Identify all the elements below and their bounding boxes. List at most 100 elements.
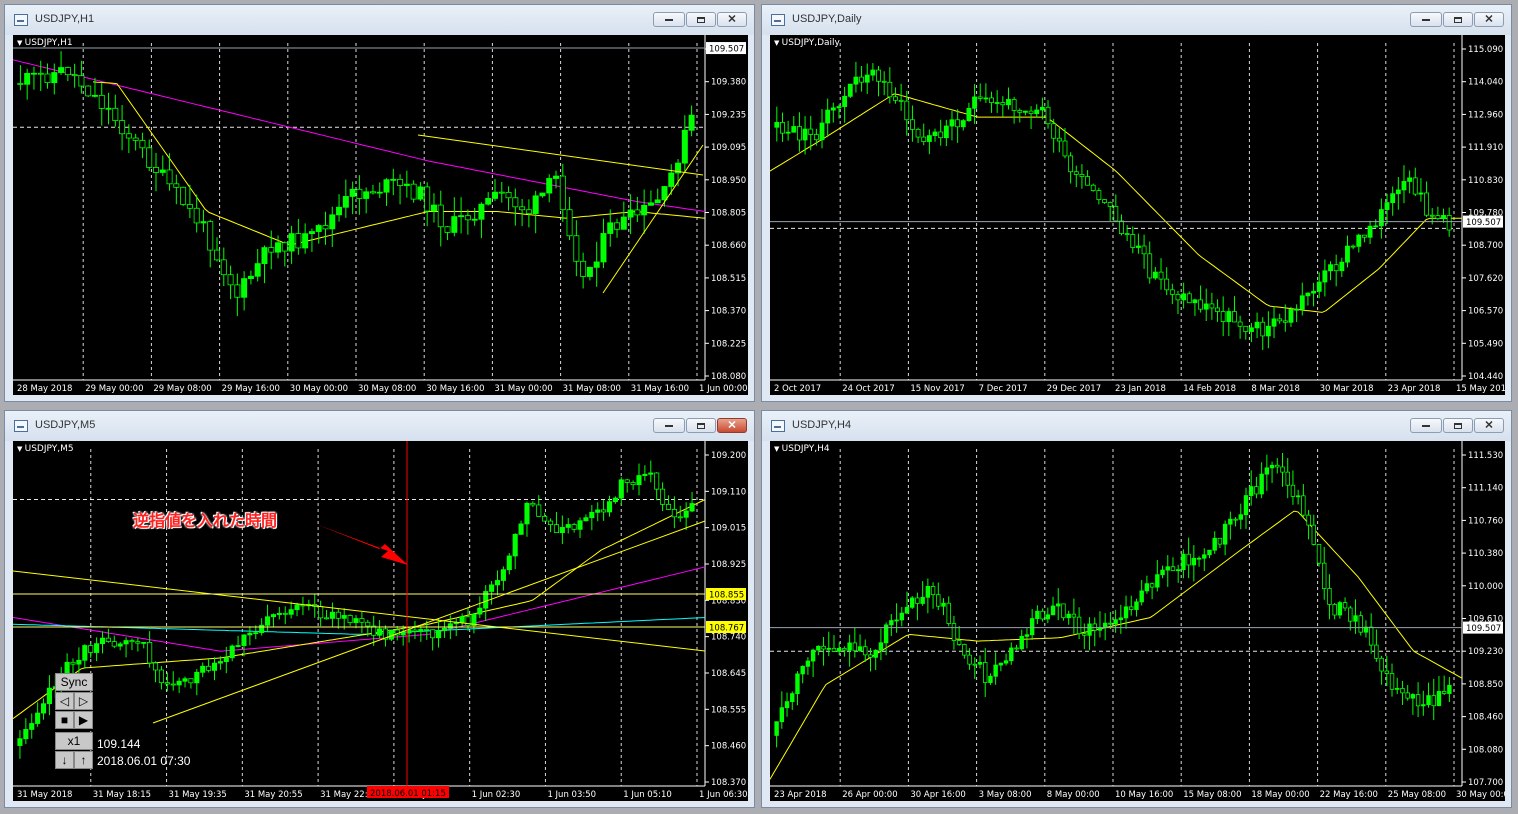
price-chart[interactable]: 23 Apr 2018 26 Apr 00:00 30 Apr 16:00 3 May… [770,441,1505,801]
candle-bear [512,197,519,208]
time-axis-label: 31 May 19:35 [169,790,227,800]
candle-bull [159,169,166,173]
candle-bear [111,641,117,647]
candle-bull [932,131,938,136]
price-axis-label: 108.555 [711,705,746,715]
time-axis-label: 30 Mar 2018 [1320,384,1374,394]
candle-bear [1169,289,1175,295]
time-axis-label: 31 May 18:15 [93,790,151,800]
candle-bull [1191,557,1197,566]
minimize-icon [665,424,673,427]
candle-bull [802,128,808,141]
candle-bull [949,119,955,127]
close-button[interactable]: ✕ [1474,12,1504,27]
chart-window-h4[interactable]: USDJPY,H4 ✕ 23 Apr 2018 26 Apr 00:00 30 Ap… [761,410,1512,808]
time-axis-label: 15 Nov 2017 [910,384,964,394]
candle-bull [1202,554,1207,559]
candle-bull [388,629,394,640]
candle-bear [193,207,200,224]
candle-bear [1096,190,1102,201]
candle-bear [1282,320,1288,323]
candle-bull [870,69,876,76]
candle-bear [1446,215,1452,231]
close-button[interactable]: ✕ [1474,418,1504,433]
candle-bear [956,640,962,645]
price-chart[interactable]: 2 Oct 2017 24 Oct 2017 15 Nov 2017 7 Dec 20… [770,35,1505,395]
step-forward-button[interactable]: ▷ [74,692,93,710]
time-axis-label: 15 May 08:00 [1183,790,1241,800]
candle-bear [424,629,430,631]
candle-bear [1071,613,1077,618]
title-bar[interactable]: USDJPY,H1 ✕ [5,5,754,35]
title-bar[interactable]: USDJPY,Daily ✕ [762,5,1511,35]
candle-bull [1066,613,1071,619]
app-icon [771,14,785,26]
price-chart[interactable]: 31 May 2018 31 May 18:15 31 May 19:35 31 Ma… [13,441,748,801]
candle-bear [464,215,471,221]
title-bar[interactable]: USDJPY,M5 ✕ [5,411,754,441]
price-axis-label: 107.620 [1468,274,1503,284]
price-axis-label: 107.700 [1468,778,1503,788]
candle-bull [595,509,601,513]
candle-bull [1295,495,1301,498]
time-axis-label: 23 Apr 2018 [774,790,827,800]
chart-window-daily[interactable]: USDJPY,Daily ✕ 2 Oct 2017 24 Oct 2017 15 N… [761,4,1512,402]
play-icon: ▶ [78,713,89,727]
candle-bull [920,596,925,604]
candle-bear [863,646,868,656]
price-axis-label: 109.380 [711,78,746,88]
maximize-button[interactable] [686,418,716,433]
candle-bull [315,225,322,232]
play-button[interactable]: ▶ [74,711,93,729]
close-button[interactable]: ✕ [717,418,747,433]
time-axis-label: 18 May 00:00 [1251,790,1309,800]
minimize-icon [1422,18,1430,21]
time-marker-tag-text: 2018.06.01 01:15 [370,789,446,799]
maximize-button[interactable] [1443,12,1473,27]
price-axis-label: 109.110 [711,487,746,497]
candle-bull [276,612,282,615]
title-bar[interactable]: USDJPY,H4 ✕ [762,411,1511,441]
candle-bull [491,191,498,199]
candle-bull [117,643,123,647]
minimize-button[interactable] [653,418,685,433]
candle-bull [1034,109,1040,115]
candle-bull [308,231,315,235]
maximize-button[interactable] [1443,418,1473,433]
candle-bull [288,609,294,615]
candle-bull [1271,318,1277,327]
slower-button[interactable]: ↓ [55,751,74,769]
candle-bull [873,649,878,658]
faster-button[interactable]: ↑ [74,751,93,769]
candle-bull [853,76,859,85]
candle-bear [876,69,881,82]
price-chart[interactable]: 28 May 2018 29 May 00:00 29 May 08:00 29 Ma… [13,35,748,395]
candle-bear [955,119,961,128]
candle-bull [1264,467,1270,475]
candle-bear [1277,318,1283,322]
chart-window-m5[interactable]: USDJPY,M5 ✕ 31 May 2018 31 May 18:15 31 Ma… [4,410,755,808]
chart-window-h1[interactable]: USDJPY,H1 ✕ 28 May 2018 29 May 00:00 29 Ma… [4,4,755,402]
candle-bear [1306,514,1311,526]
candle-bull [1337,602,1343,616]
minimize-button[interactable] [1410,12,1442,27]
minimize-button[interactable] [1410,418,1442,433]
sync-button[interactable]: Sync [55,673,93,691]
time-axis-label: 8 May 00:00 [1047,790,1100,800]
candle-bear [207,221,214,251]
candle-bull [791,126,797,133]
candle-bull [683,510,689,518]
candle-bull [546,178,553,194]
speed-button[interactable]: x1 [55,732,93,750]
minimize-button[interactable] [653,12,685,27]
candle-bear [498,191,505,194]
close-icon: ✕ [1484,419,1494,431]
step-back-button[interactable]: ◁ [55,692,74,710]
time-axis-label: 2 Oct 2017 [774,384,821,394]
candle-bull [1024,634,1030,637]
candle-bull [642,473,648,476]
price-axis-label: 114.040 [1468,78,1503,88]
close-button[interactable]: ✕ [717,12,747,27]
stop-button[interactable]: ■ [55,711,74,729]
maximize-button[interactable] [686,12,716,27]
